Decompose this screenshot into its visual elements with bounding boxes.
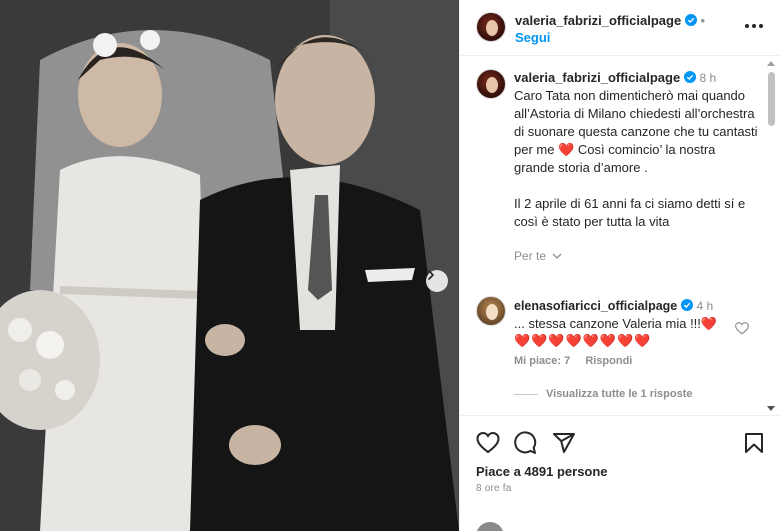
see-translation-link[interactable]: Per te: [514, 247, 759, 265]
instagram-post-modal: valeria_fabrizi_officialpage • Segui val…: [0, 0, 780, 531]
commenter-avatar[interactable]: [476, 296, 506, 326]
share-icon[interactable]: [552, 431, 576, 455]
chevron-right-icon: [428, 270, 434, 280]
verified-icon: [683, 71, 696, 83]
author-username[interactable]: valeria_fabrizi_officialpage: [515, 13, 681, 28]
author-avatar[interactable]: [476, 12, 506, 42]
scrollbar-thumb[interactable]: [768, 72, 775, 126]
post-actions: Piace a 4891 persone 8 ore fa: [460, 415, 780, 531]
caption-paragraph-2: Il 2 aprile di 61 anni fa ci siamo detti…: [514, 196, 746, 229]
likes-count[interactable]: Piace a 4891 persone: [476, 464, 608, 479]
current-user-avatar: [476, 522, 504, 531]
follow-button[interactable]: Segui: [515, 30, 550, 45]
post-header: valeria_fabrizi_officialpage • Segui: [460, 0, 780, 56]
comment-meta: Mi piace: 7 Rispondi: [514, 353, 754, 370]
like-icon[interactable]: [476, 431, 500, 455]
reply-button[interactable]: Rispondi: [585, 355, 632, 367]
comment-item: elenasofiaricci_officialpage 4 h ... ste…: [514, 297, 754, 370]
comment-likes[interactable]: Mi piace: 7: [514, 355, 570, 367]
wedding-photo: [0, 0, 459, 531]
see-translation-label: Per te: [514, 249, 547, 263]
more-options-button[interactable]: [745, 18, 767, 34]
comments-scrollbar[interactable]: [765, 58, 778, 414]
scroll-up-icon[interactable]: [767, 61, 775, 66]
save-bookmark-icon[interactable]: [742, 431, 766, 455]
post-sidebar: valeria_fabrizi_officialpage • Segui val…: [459, 0, 780, 531]
comments-section[interactable]: valeria_fabrizi_officialpage 8 h Caro Ta…: [460, 57, 780, 415]
comment-text: ... stessa canzone Valeria mia !!!❤️: [514, 315, 754, 332]
chevron-down-icon: [552, 253, 562, 259]
next-photo-button[interactable]: [426, 270, 448, 292]
view-replies-link[interactable]: Visualizza tutte le 1 risposte: [514, 388, 693, 400]
scroll-down-icon[interactable]: [767, 406, 775, 411]
caption-username[interactable]: valeria_fabrizi_officialpage: [514, 70, 680, 85]
comment-time: 4 h: [696, 299, 714, 313]
verified-icon: [680, 299, 693, 311]
view-replies-label: Visualizza tutte le 1 risposte: [546, 388, 693, 400]
commenter-username[interactable]: elenasofiaricci_officialpage: [514, 299, 677, 313]
caption-time: 8 h: [699, 71, 717, 85]
post-time: 8 ore fa: [476, 483, 512, 494]
comment-hearts: ❤️❤️❤️❤️❤️❤️❤️❤️: [514, 333, 652, 348]
caption-body: Caro Tata non dimenticherò mai quando al…: [514, 87, 759, 177]
caption: valeria_fabrizi_officialpage 8 h Caro Ta…: [514, 69, 759, 265]
comment-like-icon[interactable]: [735, 322, 749, 335]
comment-body: ... stessa canzone Valeria mia !!!: [514, 316, 701, 331]
caption-avatar[interactable]: [476, 69, 506, 99]
more-horizontal-icon: [745, 24, 763, 28]
heart-emoji: ❤️: [700, 316, 718, 331]
comment-icon[interactable]: [513, 431, 537, 455]
post-photo[interactable]: [0, 0, 459, 531]
verified-icon: [684, 14, 697, 26]
heart-emoji: ❤️: [558, 142, 575, 157]
